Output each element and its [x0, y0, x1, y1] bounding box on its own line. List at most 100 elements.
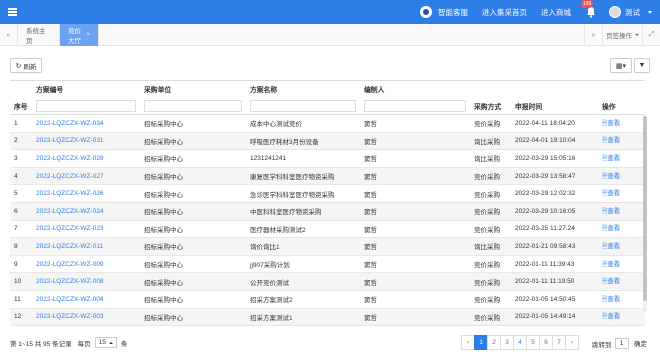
row-view-link[interactable]: 🗎查看 [598, 184, 645, 203]
col-unit-header[interactable]: 采购单位 [140, 80, 246, 98]
row-plan-code[interactable]: 2022-LQZCZX-WZ-003 [32, 308, 140, 327]
pagination-page-2[interactable]: 2 [487, 335, 501, 350]
row-view-link[interactable]: 🗎查看 [598, 290, 645, 309]
goto-label: 跳转到 [592, 341, 612, 349]
pagination-page-7[interactable]: 7 [552, 335, 566, 350]
procurement-home-link[interactable]: 进入集采首页 [482, 7, 527, 18]
row-time: 2022-03-29 13:58:47 [511, 167, 598, 186]
row-plan-code[interactable]: 2022-LQZCZX-WZ-011 [32, 237, 140, 256]
pagination-page-3[interactable]: 3 [500, 335, 514, 350]
row-view-link[interactable]: 🗎查看 [598, 202, 645, 221]
row-plan-code[interactable]: 2022-LQZCZX-WZ-024 [32, 202, 140, 221]
view-label: 查看 [607, 119, 621, 127]
col-code-header[interactable]: 方案编号 [32, 80, 140, 98]
author-filter-input[interactable] [364, 99, 466, 112]
row-time: 2022-03-29 10:16:05 [511, 202, 598, 221]
tab-home[interactable]: 系统主页 [18, 24, 60, 46]
mall-link[interactable]: 进入商城 [541, 7, 571, 18]
row-view-link[interactable]: 🗎查看 [598, 220, 645, 239]
row-plan-code[interactable]: 2022-LQZCZX-WZ-029 [32, 149, 140, 168]
row-time: 2022-03-29 12:02:32 [511, 184, 598, 203]
avatar[interactable] [609, 6, 621, 18]
row-author: 窦哲 [360, 114, 470, 133]
name-filter-input[interactable] [250, 99, 356, 112]
pagination-summary: 第 1~15 共 95 条记录 每页 15 条 [10, 337, 127, 348]
row-unit: 招标采购中心 [140, 255, 246, 274]
row-plan-code[interactable]: 2022-LQZCZX-WZ-026 [32, 184, 140, 203]
row-method: 竞价采购 [470, 114, 511, 133]
code-filter-input[interactable] [36, 99, 136, 112]
tab-ops-dropdown[interactable]: 页签操作 [602, 24, 642, 46]
view-label: 查看 [607, 278, 621, 286]
table-filter-row: 序号 采购方式 申报时间 操作 [10, 97, 645, 115]
page-size-unit: 条 [120, 340, 128, 348]
filter-button[interactable]: ▼ [634, 58, 650, 73]
unit-filter-input[interactable] [144, 99, 242, 112]
tab-scroll-left-icon[interactable]: « [0, 24, 18, 46]
view-label: 查看 [607, 207, 621, 215]
smart-service-label: 智能客服 [438, 7, 468, 17]
notification-badge: 189 [581, 0, 594, 8]
table-row: 7 2022-LQZCZX-WZ-023 招标采购中心 医疗器材采购测试2 窦哲 竞价采购… [10, 220, 645, 239]
pagination-prev-button[interactable]: ‹ [461, 335, 475, 350]
table-row: 6 2022-LQZCZX-WZ-024 招标采购中心 中医科科室医疗物资采购 窦哲 竞价… [10, 202, 645, 221]
scrollbar-thumb[interactable] [643, 116, 647, 301]
tab-bidding-hall[interactable]: 竞价大厅 × [60, 24, 99, 46]
row-author: 窦哲 [360, 220, 470, 239]
row-seq: 5 [10, 184, 32, 203]
chevron-down-icon [635, 34, 639, 36]
table-row: 12 2022-LQZCZX-WZ-003 招标采购中心 招采方案测试1 窦哲 竞价采购 2… [10, 308, 645, 327]
notification-bell[interactable]: 189 [581, 0, 597, 18]
table-scrollbar[interactable] [643, 116, 647, 312]
row-view-link[interactable]: 🗎查看 [598, 132, 645, 151]
chevron-down-icon[interactable] [648, 10, 652, 14]
smart-service-link[interactable]: 智能客服 [420, 6, 468, 18]
mall-label: 进入商城 [541, 7, 571, 17]
table-row: 11 2022-LQZCZX-WZ-004 招标采购中心 招采方案测试2 窦哲 竞价采购 2… [10, 290, 645, 309]
view-label: 查看 [607, 154, 621, 162]
col-author-header[interactable]: 编制人 [360, 80, 470, 98]
row-view-link[interactable]: 🗎查看 [598, 237, 645, 256]
columns-toggle-button[interactable]: ▦▾ [610, 58, 632, 73]
col-method-header[interactable]: 采购方式 [470, 97, 511, 115]
pagination-page-5[interactable]: 5 [526, 335, 540, 350]
row-plan-name: 医疗器材采购测试2 [246, 220, 360, 239]
row-plan-code[interactable]: 2022-LQZCZX-WZ-031 [32, 132, 140, 151]
page-size-select[interactable]: 15 [94, 337, 117, 348]
refresh-button[interactable]: ↻ 刷新 [10, 58, 42, 73]
username[interactable]: 测试 [625, 7, 640, 18]
table-row: 5 2022-LQZCZX-WZ-026 招标采购中心 急诊医学科科室医疗物资采购 窦哲… [10, 184, 645, 203]
page-size-value: 15 [98, 339, 106, 346]
expand-icon[interactable]: ⤢ [642, 24, 660, 46]
row-plan-code[interactable]: 2022-LQZCZX-WZ-008 [32, 272, 140, 291]
row-seq: 4 [10, 167, 32, 186]
row-plan-code[interactable]: 2022-LQZCZX-WZ-023 [32, 220, 140, 239]
pagination-page-1[interactable]: 1 [474, 335, 488, 350]
tab-scroll-right-icon[interactable]: » [584, 24, 602, 46]
col-time-header[interactable]: 申报时间 [511, 97, 598, 115]
row-author: 窦哲 [360, 202, 470, 221]
row-seq: 6 [10, 202, 32, 221]
col-name-header[interactable]: 方案名称 [246, 80, 360, 98]
row-plan-code[interactable]: 2022-LQZCZX-WZ-009 [32, 255, 140, 274]
row-view-link[interactable]: 🗎查看 [598, 272, 645, 291]
pagination-page-6[interactable]: 6 [539, 335, 553, 350]
row-view-link[interactable]: 🗎查看 [598, 114, 645, 133]
view-label: 查看 [607, 260, 621, 268]
row-seq: 11 [10, 290, 32, 309]
goto-page-input[interactable]: 1 [614, 338, 629, 349]
goto-confirm-button[interactable]: 确定 [634, 338, 647, 348]
row-author: 窦哲 [360, 255, 470, 274]
tabs-bar: « 系统主页 竞价大厅 × » 页签操作 ⤢ [0, 24, 660, 46]
row-view-link[interactable]: 🗎查看 [598, 149, 645, 168]
row-view-link[interactable]: 🗎查看 [598, 255, 645, 274]
row-plan-code[interactable]: 2022-LQZCZX-WZ-034 [32, 114, 140, 133]
row-view-link[interactable]: 🗎查看 [598, 308, 645, 327]
pagination-page-4[interactable]: 4 [513, 335, 527, 350]
menu-icon[interactable] [8, 8, 17, 16]
row-plan-code[interactable]: 2022-LQZCZX-WZ-004 [32, 290, 140, 309]
row-view-link[interactable]: 🗎查看 [598, 167, 645, 186]
pagination-next-button[interactable]: › [565, 335, 579, 350]
row-plan-code[interactable]: 2022-LQZCZX-WZ-027 [32, 167, 140, 186]
close-icon[interactable]: × [86, 32, 90, 38]
